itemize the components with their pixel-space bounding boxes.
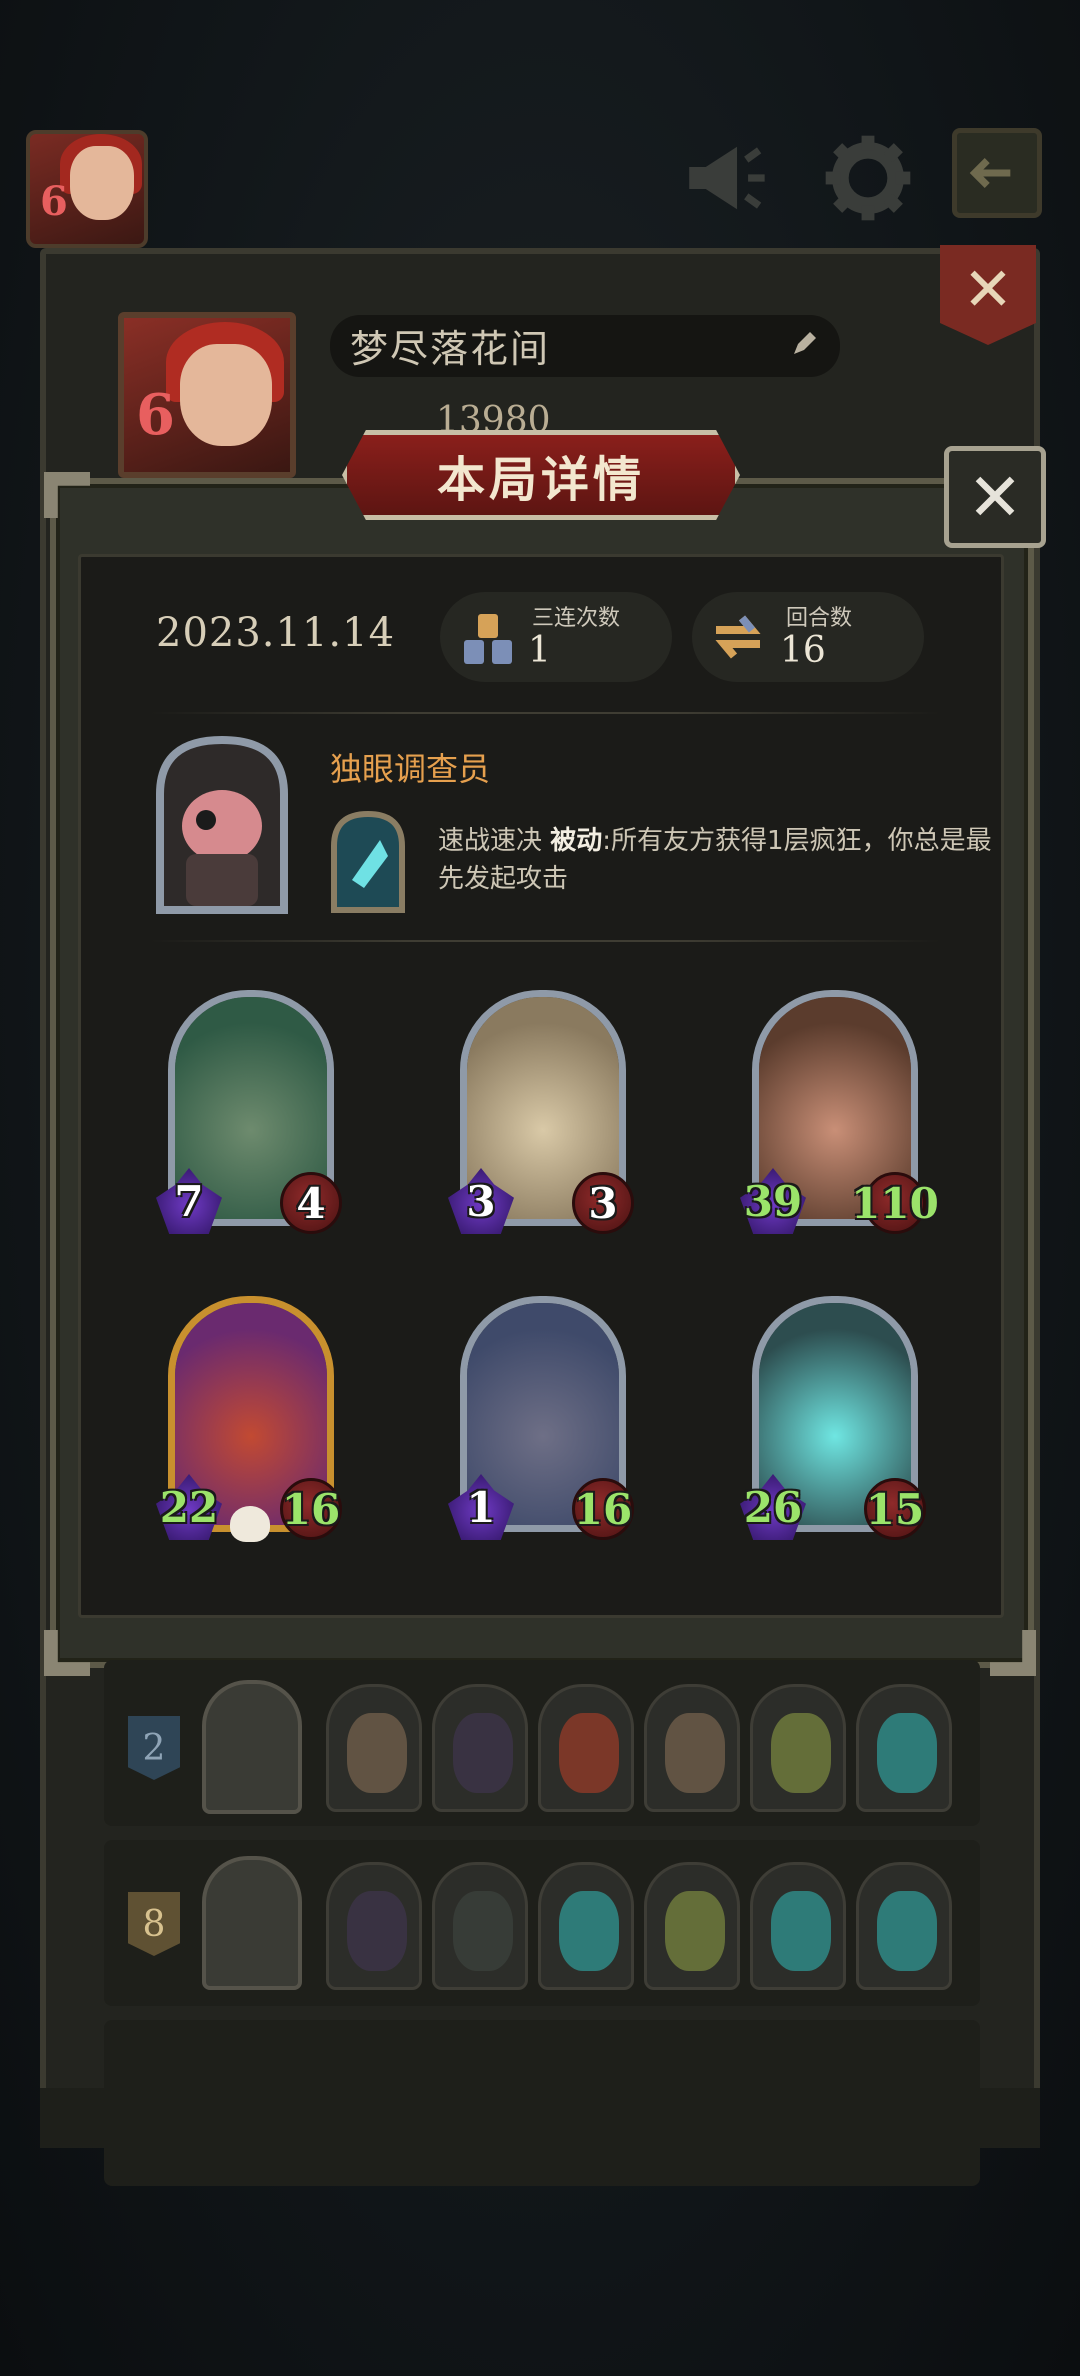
- attack-badge: 7: [156, 1168, 222, 1234]
- rounds-label: 回合数: [786, 606, 853, 631]
- health-badge: 16: [280, 1478, 342, 1540]
- attack-value: 22: [159, 1482, 219, 1532]
- modal-close-button[interactable]: ✕: [944, 446, 1046, 548]
- rounds-value: 16: [780, 630, 826, 671]
- health-value: 16: [573, 1484, 633, 1534]
- card-art: [453, 1713, 513, 1793]
- close-icon: ✕: [962, 255, 1014, 325]
- card-art: [877, 1891, 937, 1971]
- divider: [150, 712, 940, 714]
- attack-value: 7: [174, 1176, 204, 1226]
- minion-card[interactable]: 39 110: [740, 990, 939, 1240]
- modal-title-banner: 本局详情: [342, 430, 740, 520]
- gear-icon[interactable]: [818, 128, 918, 228]
- history-card: [432, 1862, 528, 1990]
- skill-icon: [331, 810, 405, 913]
- health-badge: 3: [572, 1172, 634, 1234]
- triple-value: 1: [528, 630, 551, 671]
- attack-value: 39: [743, 1176, 803, 1226]
- card-art: [347, 1713, 407, 1793]
- attack-badge: 39: [740, 1168, 806, 1234]
- avatar-face: [180, 344, 272, 446]
- skill-name: 速战速决: [438, 826, 543, 856]
- rank-number: 2: [142, 1727, 166, 1769]
- minion-card[interactable]: 22 16: [156, 1296, 342, 1546]
- hero-name: 独眼调查员: [330, 750, 491, 788]
- avatar-face: [70, 146, 134, 220]
- skill-type: 被动: [550, 826, 603, 856]
- minion-card[interactable]: 26 15: [740, 1296, 926, 1546]
- megaphone-icon[interactable]: [676, 128, 776, 228]
- health-badge: 4: [280, 1172, 342, 1234]
- health-badge: 110: [851, 1172, 939, 1234]
- history-card: [326, 1862, 422, 1990]
- profile-avatar: 6: [118, 312, 296, 478]
- history-card: [326, 1684, 422, 1812]
- health-value: 110: [851, 1178, 939, 1228]
- card-art: [771, 1713, 831, 1793]
- health-badge: 16: [572, 1478, 634, 1540]
- health-value: 3: [588, 1178, 618, 1228]
- card-art: [559, 1891, 619, 1971]
- triple-label: 三连次数: [532, 606, 621, 631]
- attack-badge: 22: [156, 1474, 222, 1540]
- skill-description: 速战速决 被动:所有友方获得1层疯狂，你总是最先发起攻击: [438, 822, 998, 898]
- exit-icon[interactable]: [952, 128, 1042, 218]
- history-hero: [202, 1680, 302, 1814]
- card-art: [453, 1891, 513, 1971]
- divider: [150, 940, 940, 942]
- history-card: [644, 1862, 740, 1990]
- history-hero: [202, 1856, 302, 1990]
- card-art: [347, 1891, 407, 1971]
- history-card: [538, 1684, 634, 1812]
- card-art: [559, 1713, 619, 1793]
- history-card: [750, 1684, 846, 1812]
- card-art: [877, 1713, 937, 1793]
- minion-card[interactable]: 74: [156, 990, 342, 1240]
- card-art: [771, 1891, 831, 1971]
- card-art: [665, 1891, 725, 1971]
- close-icon: ✕: [967, 458, 1023, 536]
- attack-badge: 1: [448, 1474, 514, 1540]
- history-card: [538, 1862, 634, 1990]
- list-fade: [40, 2088, 1040, 2148]
- card-art: [665, 1713, 725, 1793]
- triple-icon: [464, 614, 512, 664]
- modal-title: 本局详情: [436, 452, 645, 508]
- attack-value: 1: [466, 1482, 496, 1532]
- hero-portrait: [156, 735, 288, 914]
- attack-value: 3: [466, 1176, 496, 1226]
- rank-badge: 8: [128, 1892, 180, 1956]
- attack-value: 26: [743, 1482, 803, 1532]
- rank-badge: 2: [128, 1716, 180, 1780]
- player-avatar[interactable]: 6: [26, 130, 148, 248]
- history-card: [856, 1684, 952, 1812]
- minion-card[interactable]: 33: [448, 990, 634, 1240]
- health-value: 16: [281, 1484, 341, 1534]
- skull-icon: [230, 1506, 270, 1542]
- minion-card[interactable]: 1 16: [448, 1296, 634, 1546]
- profile-level: 6: [136, 382, 175, 448]
- history-card: [644, 1684, 740, 1812]
- rank-number: 8: [142, 1903, 166, 1945]
- avatar-level: 6: [40, 178, 68, 225]
- attack-badge: 26: [740, 1474, 806, 1540]
- match-date: 2023.11.14: [156, 610, 396, 656]
- profile-name: 梦尽落花间: [350, 327, 551, 371]
- health-badge: 15: [864, 1478, 926, 1540]
- health-value: 15: [865, 1484, 925, 1534]
- history-card: [750, 1862, 846, 1990]
- attack-badge: 3: [448, 1168, 514, 1234]
- health-value: 4: [296, 1178, 326, 1228]
- edit-icon[interactable]: [788, 328, 820, 360]
- history-card: [856, 1862, 952, 1990]
- rounds-icon: [715, 615, 761, 659]
- history-card: [432, 1684, 528, 1812]
